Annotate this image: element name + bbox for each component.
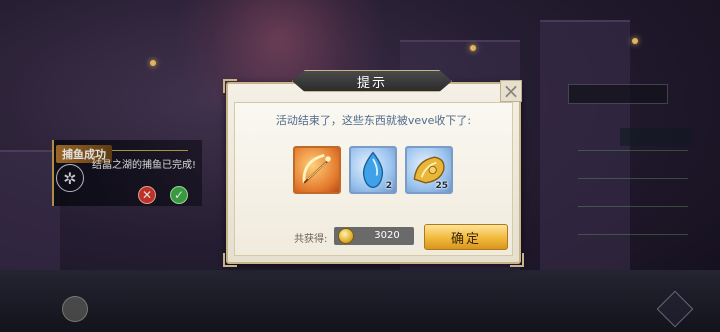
- total-value: 3020: [374, 230, 400, 241]
- dialog-close-button[interactable]: ×: [500, 80, 522, 102]
- dialog-corner-ornament: [223, 79, 237, 93]
- bow-weapon-icon: [302, 153, 331, 184]
- dialog-title: 提示: [356, 75, 387, 91]
- close-icon: ×: [502, 79, 520, 103]
- dialog-corner-ornament: [510, 253, 524, 267]
- total-label: 共获得:: [294, 234, 328, 245]
- reward-item-shell[interactable]: 25: [405, 146, 453, 194]
- reward-item-bow[interactable]: [293, 146, 341, 194]
- reward-item-list: 2 25: [293, 146, 453, 194]
- dialog-corner-ornament: [223, 253, 237, 267]
- dialog-title-bar: 提示: [292, 70, 452, 92]
- dialog-message: 活动结束了，这些东西就被veve收下了:: [275, 114, 472, 127]
- item-quantity: 2: [385, 181, 392, 191]
- confirm-button[interactable]: 确定: [424, 224, 508, 250]
- reward-item-crystal[interactable]: 2: [349, 146, 397, 194]
- item-quantity: 25: [435, 181, 448, 191]
- gold-coin-icon: [338, 228, 354, 244]
